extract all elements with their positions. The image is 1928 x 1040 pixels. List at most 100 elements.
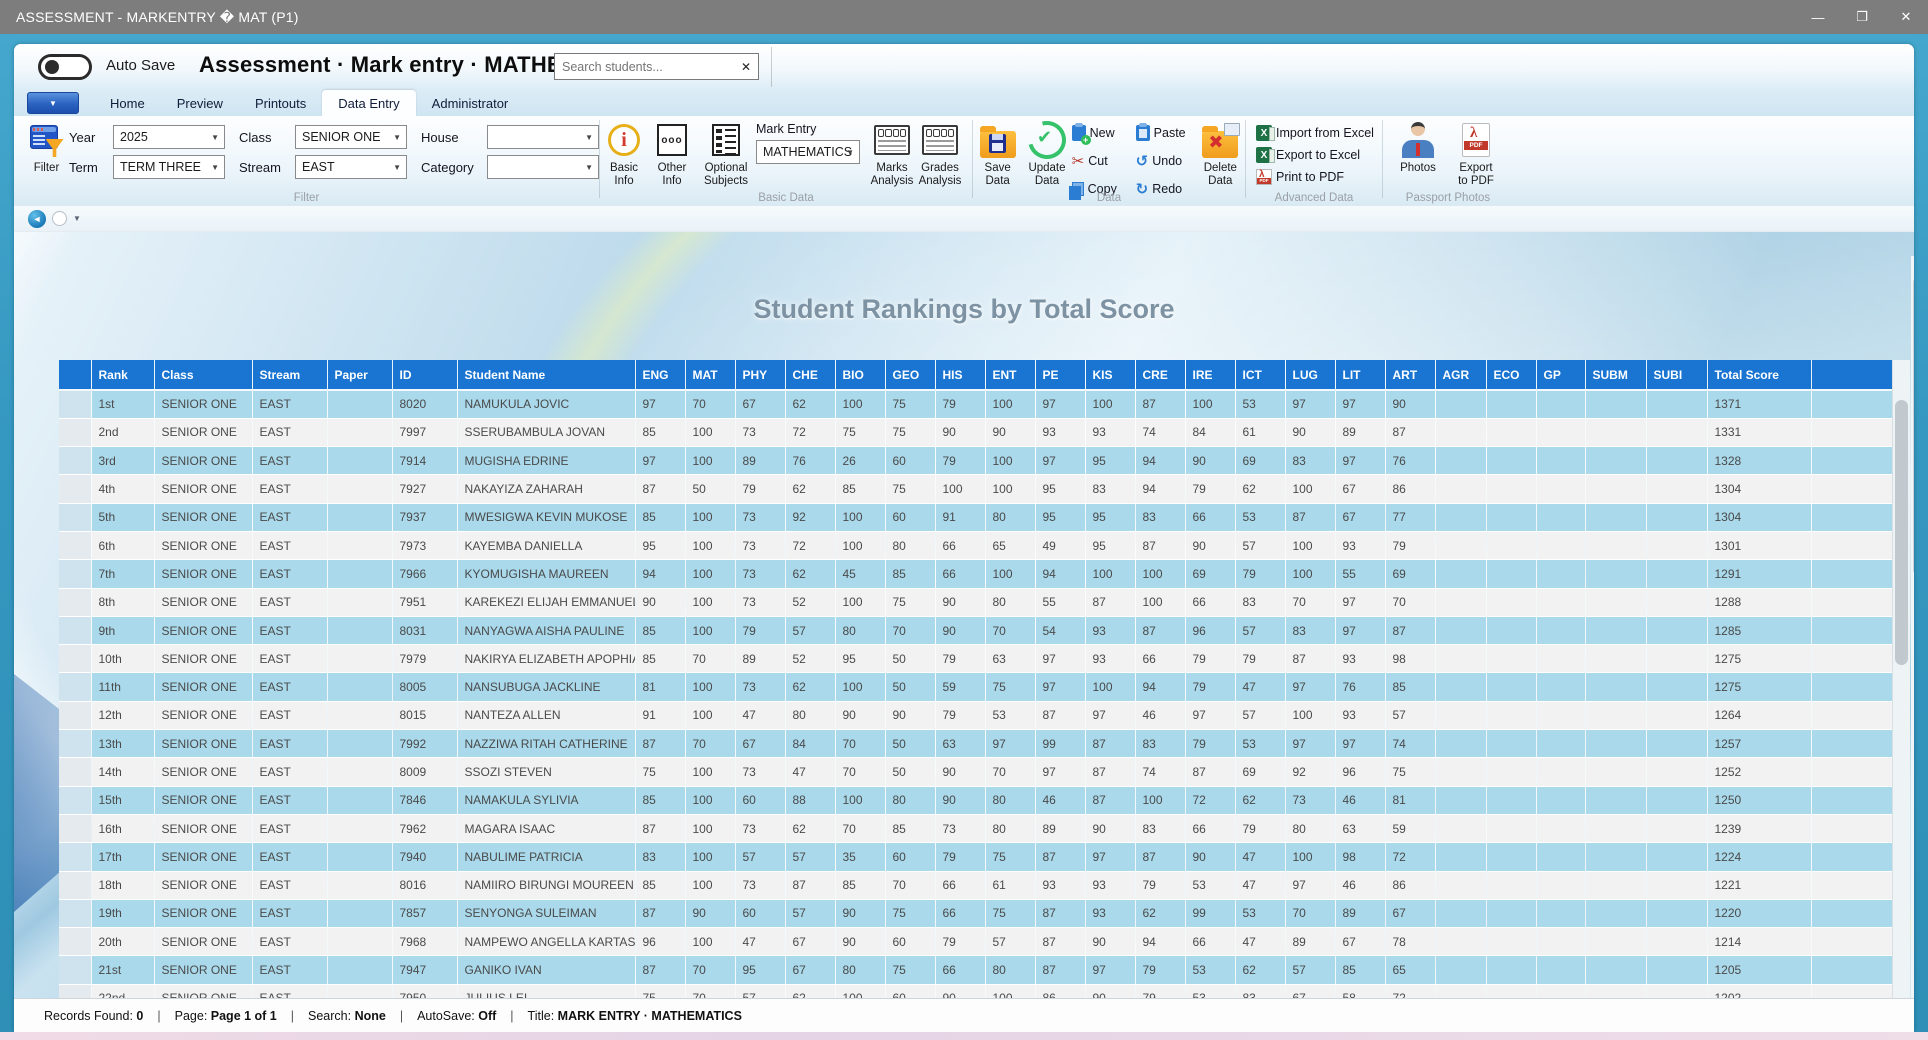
cell-cre[interactable]: 87 (1135, 843, 1185, 871)
cell-paper[interactable] (327, 616, 392, 644)
cell-lug[interactable]: 97 (1285, 673, 1335, 701)
tab-data-entry[interactable]: Data Entry (322, 90, 415, 116)
cell-total-score[interactable]: 1304 (1707, 503, 1811, 531)
cell-eng[interactable]: 87 (635, 730, 685, 758)
cell-id[interactable]: 7951 (392, 588, 457, 616)
cell-total-score[interactable]: 1224 (1707, 843, 1811, 871)
cell-eco[interactable] (1486, 730, 1536, 758)
cell-pe[interactable]: 99 (1035, 730, 1085, 758)
cell-geo[interactable]: 75 (885, 899, 935, 927)
cell-art[interactable]: 87 (1385, 616, 1435, 644)
cell-che[interactable]: 87 (785, 871, 835, 899)
cell-student-name[interactable]: KAYEMBA DANIELLA (457, 531, 635, 559)
cell-student-name[interactable]: MAGARA ISAAC (457, 814, 635, 842)
cell-che[interactable]: 62 (785, 560, 835, 588)
update-data-button[interactable]: ✔ Update Data (1022, 116, 1071, 188)
cell-class[interactable]: SENIOR ONE (154, 871, 252, 899)
cell-mat[interactable]: 100 (685, 531, 735, 559)
cell-class[interactable]: SENIOR ONE (154, 475, 252, 503)
cell-stream[interactable]: EAST (252, 956, 327, 984)
cell-class[interactable]: SENIOR ONE (154, 447, 252, 475)
cell-rank[interactable]: 6th (91, 531, 154, 559)
cell-his[interactable]: 66 (935, 899, 985, 927)
cell-pe[interactable]: 86 (1035, 984, 1085, 998)
cell-cre[interactable]: 74 (1135, 758, 1185, 786)
cell-rank[interactable]: 3rd (91, 447, 154, 475)
cell-subm[interactable] (1585, 616, 1646, 644)
cell-his[interactable]: 66 (935, 560, 985, 588)
cell-ent[interactable]: 100 (985, 447, 1035, 475)
cell-class[interactable]: SENIOR ONE (154, 503, 252, 531)
cell-his[interactable]: 79 (935, 843, 985, 871)
cell-cre[interactable]: 94 (1135, 928, 1185, 956)
cell-eng[interactable]: 87 (635, 814, 685, 842)
cell-cre[interactable]: 79 (1135, 956, 1185, 984)
cell-eco[interactable] (1486, 418, 1536, 446)
table-row[interactable]: 3rdSENIOR ONEEAST7914MUGISHA EDRINE97100… (59, 447, 1892, 475)
cell-lit[interactable]: 98 (1335, 843, 1385, 871)
cell-lug[interactable]: 80 (1285, 814, 1335, 842)
col-header-ire[interactable]: IRE (1185, 360, 1235, 390)
cell-mat[interactable]: 100 (685, 758, 735, 786)
cell-subm[interactable] (1585, 899, 1646, 927)
cell-eng[interactable]: 83 (635, 843, 685, 871)
cell-his[interactable]: 79 (935, 928, 985, 956)
cell-subm[interactable] (1585, 758, 1646, 786)
cell-lug[interactable]: 100 (1285, 475, 1335, 503)
cell-che[interactable]: 62 (785, 814, 835, 842)
cell-empty[interactable] (1811, 843, 1892, 871)
cell-geo[interactable]: 90 (885, 701, 935, 729)
cell-rank[interactable]: 7th (91, 560, 154, 588)
cell-paper[interactable] (327, 645, 392, 673)
cell-id[interactable]: 8009 (392, 758, 457, 786)
cell-eng[interactable]: 91 (635, 701, 685, 729)
table-row[interactable]: 12thSENIOR ONEEAST8015NANTEZA ALLEN91100… (59, 701, 1892, 729)
cell-stream[interactable]: EAST (252, 984, 327, 998)
new-button[interactable]: + New (1072, 122, 1134, 144)
scrollbar-thumb[interactable] (1913, 276, 1914, 576)
cell-class[interactable]: SENIOR ONE (154, 588, 252, 616)
cell-id[interactable]: 7857 (392, 899, 457, 927)
cell-class[interactable]: SENIOR ONE (154, 730, 252, 758)
cell-rank[interactable]: 9th (91, 616, 154, 644)
col-header-stream[interactable]: Stream (252, 360, 327, 390)
cell-paper[interactable] (327, 871, 392, 899)
photos-button[interactable]: Photos (1392, 116, 1444, 188)
cell-ent[interactable]: 100 (985, 560, 1035, 588)
cell-bio[interactable]: 80 (835, 956, 885, 984)
cell-phy[interactable]: 73 (735, 531, 785, 559)
cell-student-name[interactable]: MUGISHA EDRINE (457, 447, 635, 475)
export-to-excel-button[interactable]: X Export to Excel (1256, 144, 1382, 166)
cell-pe[interactable]: 97 (1035, 758, 1085, 786)
cell-agr[interactable] (1435, 701, 1486, 729)
cell-lug[interactable]: 70 (1285, 899, 1335, 927)
cell-subi[interactable] (1646, 730, 1707, 758)
year-dropdown[interactable]: 2025 ▼ (113, 125, 225, 149)
cell-id[interactable]: 7927 (392, 475, 457, 503)
cell-gp[interactable] (1536, 928, 1585, 956)
table-vertical-scrollbar[interactable] (1892, 360, 1910, 998)
cell-geo[interactable]: 60 (885, 843, 935, 871)
cell-rank[interactable]: 8th (91, 588, 154, 616)
table-row[interactable]: 11thSENIOR ONEEAST8005NANSUBUGA JACKLINE… (59, 673, 1892, 701)
cell-geo[interactable]: 60 (885, 928, 935, 956)
cell-gp[interactable] (1536, 956, 1585, 984)
cut-button[interactable]: ✂ Cut (1072, 150, 1134, 172)
cell-ict[interactable]: 53 (1235, 390, 1285, 418)
cell-total-score[interactable]: 1239 (1707, 814, 1811, 842)
col-header-lug[interactable]: LUG (1285, 360, 1335, 390)
cell-id[interactable]: 7940 (392, 843, 457, 871)
cell-ire[interactable]: 79 (1185, 475, 1235, 503)
cell-rank[interactable]: 10th (91, 645, 154, 673)
cell-mat[interactable]: 100 (685, 560, 735, 588)
cell-mat[interactable]: 70 (685, 645, 735, 673)
tab-printouts[interactable]: Printouts (239, 90, 322, 116)
cell-agr[interactable] (1435, 645, 1486, 673)
cell-gp[interactable] (1536, 843, 1585, 871)
cell-subm[interactable] (1585, 588, 1646, 616)
cell-empty[interactable] (1811, 560, 1892, 588)
cell-empty[interactable] (1811, 475, 1892, 503)
cell-ire[interactable]: 90 (1185, 447, 1235, 475)
cell-kis[interactable]: 100 (1085, 390, 1135, 418)
cell-lit[interactable]: 46 (1335, 871, 1385, 899)
